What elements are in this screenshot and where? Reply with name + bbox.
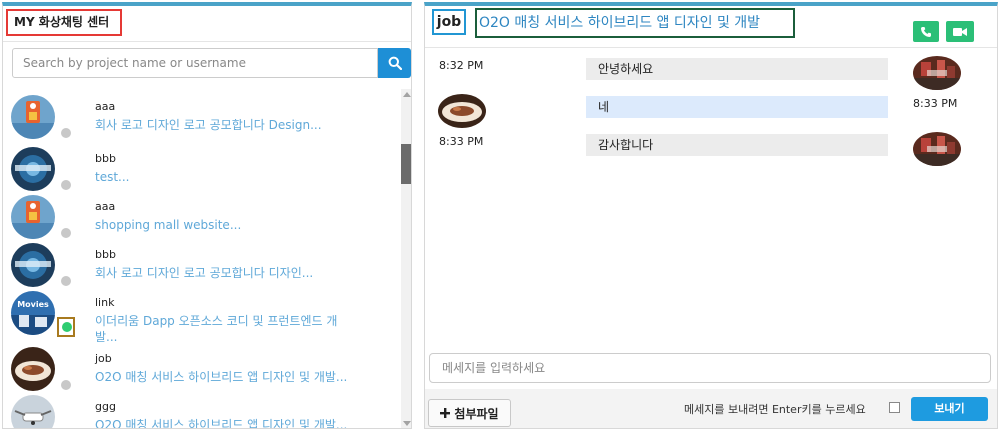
contact-name: aaa	[95, 100, 116, 113]
contact-preview: 회사 로고 디자인 로고 공모합니다 Design...	[95, 118, 322, 132]
attach-file-button[interactable]: 첨부파일	[428, 399, 511, 427]
contact-name: aaa	[95, 200, 116, 213]
message-bubble: 감사합니다	[586, 134, 888, 156]
contact-item[interactable]: bbb test...	[3, 147, 399, 195]
video-camera-icon	[953, 27, 967, 36]
contact-list: aaa 회사 로고 디자인 로고 공모합니다 Design... bbb tes…	[3, 89, 399, 429]
avatar	[11, 243, 55, 287]
status-dot	[61, 380, 71, 390]
search-button[interactable]	[378, 48, 411, 78]
message-bubble: 네	[586, 96, 888, 118]
status-dot	[61, 228, 71, 238]
contact-avatar	[438, 94, 486, 128]
plus-icon	[440, 408, 451, 418]
avatar-label: Movies	[17, 300, 49, 309]
contact-item[interactable]: bbb 회사 로고 디자인 로고 공모합니다 디자인...	[3, 243, 399, 291]
contact-preview: O2O 매칭 서비스 하이브리드 앱 디자인 및 개발...	[95, 418, 348, 429]
scroll-thumb[interactable]	[401, 144, 411, 184]
send-button[interactable]: 보내기	[911, 397, 988, 421]
status-dot-online	[62, 322, 72, 332]
enter-to-send-checkbox[interactable]	[889, 402, 900, 413]
chat-panel: job O2O 매칭 서비스 하이브리드 앱 디자인 및 개발 8:32 PM …	[424, 2, 998, 429]
status-dot	[61, 428, 71, 429]
avatar	[11, 147, 55, 191]
scroll-up-icon[interactable]	[403, 92, 411, 97]
status-dot	[61, 276, 71, 286]
my-avatar	[913, 56, 961, 90]
contact-preview: test...	[95, 170, 130, 184]
avatar	[11, 95, 55, 139]
my-avatar	[913, 132, 961, 166]
avatar: Movies	[11, 291, 55, 335]
message-time: 8:33 PM	[913, 97, 958, 110]
message-time: 8:32 PM	[439, 59, 484, 72]
contact-item[interactable]: aaa 회사 로고 디자인 로고 공모합니다 Design...	[3, 95, 399, 143]
contact-name: bbb	[95, 152, 116, 165]
enter-to-send-label: 메세지를 보내려면 Enter키를 누르세요	[684, 403, 866, 416]
avatar	[11, 347, 55, 391]
message-time: 8:33 PM	[439, 135, 484, 148]
contact-name: ggg	[95, 400, 116, 413]
chat-footer: 첨부파일 메세지를 보내려면 Enter키를 누르세요 보내기	[425, 389, 997, 428]
avatar	[11, 395, 55, 428]
phone-icon	[921, 26, 931, 37]
video-call-button[interactable]	[946, 21, 974, 42]
attach-file-label: 첨부파일	[454, 406, 499, 421]
contact-preview: shopping mall website...	[95, 218, 242, 232]
contact-item[interactable]: ggg O2O 매칭 서비스 하이브리드 앱 디자인 및 개발...	[3, 395, 399, 429]
voice-call-button[interactable]	[913, 21, 939, 42]
contact-list-scrollbar[interactable]	[401, 89, 411, 428]
contact-item[interactable]: aaa shopping mall website...	[3, 195, 399, 243]
search-bar	[12, 48, 411, 78]
contact-panel: MY 화상채팅 센터 aaa 회사 로고 디자	[2, 2, 412, 429]
project-title[interactable]: O2O 매칭 서비스 하이브리드 앱 디자인 및 개발	[475, 8, 795, 38]
status-dot	[61, 180, 71, 190]
message-bubble: 안녕하세요	[586, 58, 888, 80]
scroll-down-icon[interactable]	[403, 421, 411, 426]
contact-name: job	[95, 352, 112, 365]
contact-panel-header: MY 화상채팅 센터	[3, 6, 411, 42]
contact-name: bbb	[95, 248, 116, 261]
panel-title: MY 화상채팅 센터	[6, 9, 122, 36]
search-icon	[388, 56, 402, 70]
search-input[interactable]	[12, 48, 378, 78]
chat-header: job O2O 매칭 서비스 하이브리드 앱 디자인 및 개발	[425, 6, 997, 48]
contact-preview: O2O 매칭 서비스 하이브리드 앱 디자인 및 개발...	[95, 370, 348, 384]
contact-preview: 회사 로고 디자인 로고 공모합니다 디자인...	[95, 266, 314, 280]
message-area: 8:32 PM 안녕하세요 네 8:33 PM 8:33 PM 감사합니다	[425, 49, 997, 349]
status-dot	[61, 128, 71, 138]
chat-user-badge: job	[432, 9, 466, 35]
avatar	[11, 195, 55, 239]
contact-item[interactable]: Movies link 이더리움 Dapp 오픈소스 코디 및 프런트엔드 개발…	[3, 291, 399, 345]
contact-name: link	[95, 296, 115, 309]
contact-preview: 이더리움 Dapp 오픈소스 코디 및 프런트엔드 개발...	[95, 314, 338, 344]
contact-item[interactable]: job O2O 매칭 서비스 하이브리드 앱 디자인 및 개발...	[3, 347, 399, 395]
message-input[interactable]	[429, 353, 991, 383]
